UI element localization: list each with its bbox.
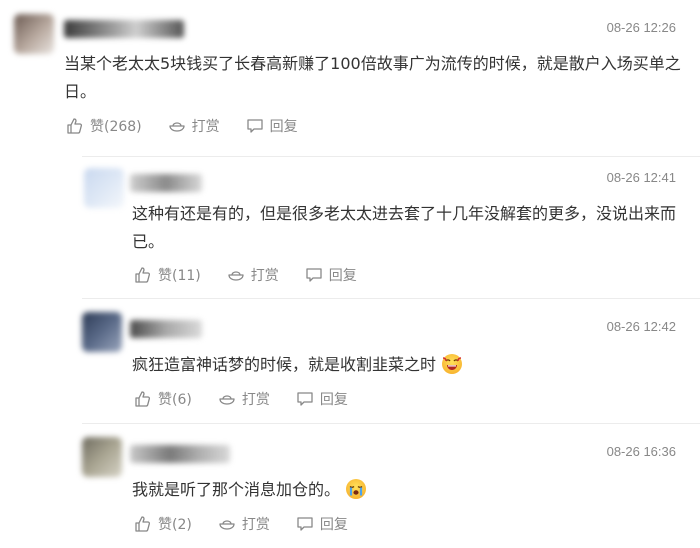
avatar[interactable] xyxy=(14,14,54,54)
like-count-label: 赞(2) xyxy=(158,517,192,533)
comment-text-body: 疯狂造富神话梦的时候，就是收割韭菜之时 xyxy=(132,355,437,374)
speech-bubble-icon xyxy=(306,268,322,282)
avatar[interactable] xyxy=(82,312,122,352)
reply-button[interactable]: 回复 xyxy=(296,389,348,409)
ingot-icon xyxy=(228,271,244,281)
comment-time: 08-26 12:41 xyxy=(606,170,676,185)
comment-text: 疯狂造富神话梦的时候，就是收割韭菜之时 xyxy=(132,351,682,379)
speech-bubble-icon xyxy=(247,119,263,133)
reward-button[interactable]: 打赏 xyxy=(168,116,220,136)
ingot-icon xyxy=(219,520,235,530)
avatar[interactable] xyxy=(84,168,124,208)
comment-2: 08-26 12:41 这种有还是有的，但是很多老太太进去套了十几年没解套的更多… xyxy=(0,156,700,296)
like-count-label: 赞(11) xyxy=(158,268,201,284)
reward-button[interactable]: 打赏 xyxy=(218,389,270,409)
comment-1: 08-26 12:26 当某个老太太5块钱买了长春高新赚了100倍故事广为流传的… xyxy=(0,0,700,150)
reward-button[interactable]: 打赏 xyxy=(218,514,270,534)
reply-button[interactable]: 回复 xyxy=(246,116,298,136)
thumbs-up-icon xyxy=(67,118,83,134)
comment-3: 08-26 12:42 疯狂造富神话梦的时候，就是收割韭菜之时 赞(6) 打赏 … xyxy=(0,298,700,420)
avatar[interactable] xyxy=(82,437,122,477)
comment-time: 08-26 16:36 xyxy=(606,444,676,459)
reward-label: 打赏 xyxy=(241,392,270,408)
like-button[interactable]: 赞(11) xyxy=(134,265,201,285)
comment-text-body: 我就是听了那个消息加仓的。 xyxy=(132,480,341,499)
reply-button[interactable]: 回复 xyxy=(296,514,348,534)
username-blurred[interactable] xyxy=(130,174,202,192)
thumbs-up-icon xyxy=(135,267,151,283)
comment-text: 当某个老太太5块钱买了长春高新赚了100倍故事广为流传的时候，就是散户入场买单之… xyxy=(64,54,681,101)
like-count-label: 赞(268) xyxy=(90,119,142,135)
comment-actions: 赞(11) 打赏 回复 xyxy=(134,265,383,285)
reward-label: 打赏 xyxy=(191,119,220,135)
username-blurred[interactable] xyxy=(64,20,184,38)
ingot-icon xyxy=(169,122,185,132)
username-blurred[interactable] xyxy=(130,320,202,338)
comment-4: 08-26 16:36 我就是听了那个消息加仓的。 赞(2) 打赏 回复 xyxy=(0,423,700,548)
comment-time: 08-26 12:42 xyxy=(606,319,676,334)
reward-label: 打赏 xyxy=(241,517,270,533)
reply-label: 回复 xyxy=(328,268,357,284)
reply-button[interactable]: 回复 xyxy=(305,265,357,285)
reward-button[interactable]: 打赏 xyxy=(227,265,279,285)
reward-label: 打赏 xyxy=(250,268,279,284)
laughing-emoji-icon xyxy=(442,354,463,374)
like-button[interactable]: 赞(268) xyxy=(66,116,142,136)
like-button[interactable]: 赞(2) xyxy=(134,514,192,534)
speech-bubble-icon xyxy=(297,517,313,531)
reply-label: 回复 xyxy=(269,119,298,135)
ingot-icon xyxy=(219,395,235,405)
thumbs-up-icon xyxy=(135,391,151,407)
comment-actions: 赞(6) 打赏 回复 xyxy=(134,389,374,409)
username-blurred[interactable] xyxy=(130,445,230,463)
speech-bubble-icon xyxy=(297,392,313,406)
like-button[interactable]: 赞(6) xyxy=(134,389,192,409)
comment-text: 我就是听了那个消息加仓的。 xyxy=(132,476,682,504)
reply-label: 回复 xyxy=(319,392,348,408)
thumbs-up-icon xyxy=(135,516,151,532)
crying-emoji-icon xyxy=(346,479,367,499)
comment-actions: 赞(2) 打赏 回复 xyxy=(134,514,374,534)
comment-actions: 赞(268) 打赏 回复 xyxy=(66,116,324,136)
reply-label: 回复 xyxy=(319,517,348,533)
comment-text: 这种有还是有的，但是很多老太太进去套了十几年没解套的更多，没说出来而已。 xyxy=(132,204,677,251)
like-count-label: 赞(6) xyxy=(158,392,192,408)
comment-time: 08-26 12:26 xyxy=(606,20,676,35)
